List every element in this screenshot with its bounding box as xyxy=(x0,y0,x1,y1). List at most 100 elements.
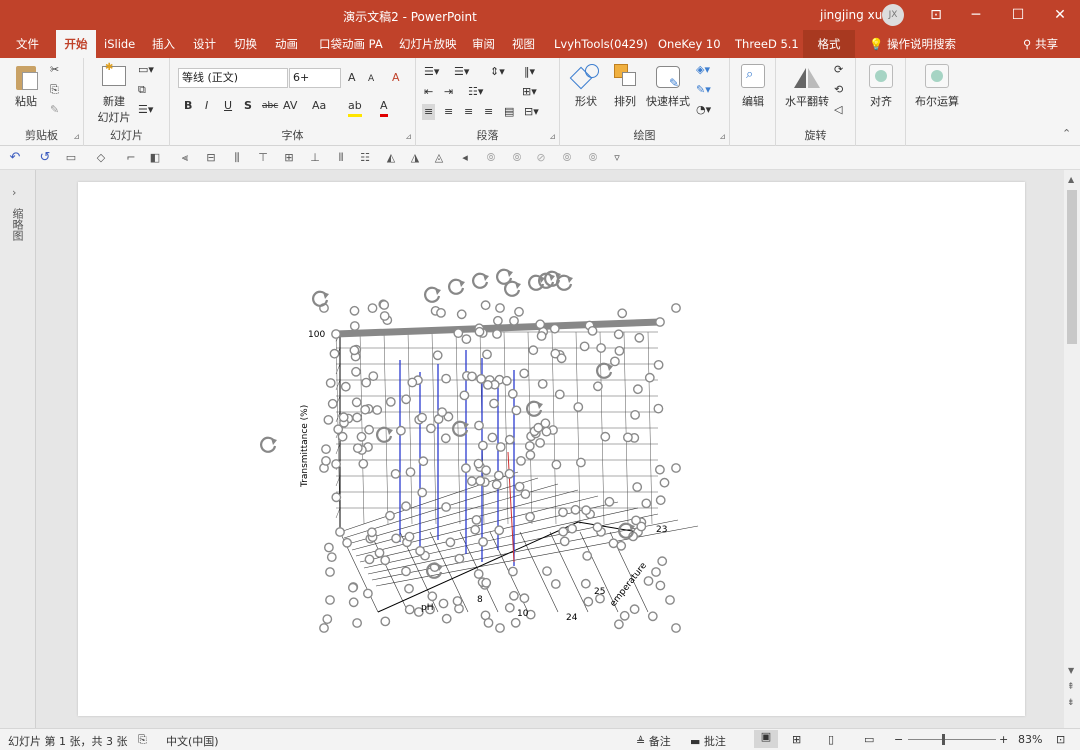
rotate-left-icon[interactable]: ◬ xyxy=(432,151,446,165)
tab-file[interactable]: 文件 xyxy=(13,30,42,58)
shrink-font-button[interactable]: A xyxy=(368,71,374,87)
resize-handle[interactable] xyxy=(441,502,451,512)
intersect-icon[interactable]: ⦾ xyxy=(560,151,574,165)
share-button[interactable]: ⚲ 共享 xyxy=(1020,30,1061,58)
change-case-button[interactable]: Aa xyxy=(312,98,326,114)
subtract-icon[interactable]: ⦾ xyxy=(586,151,600,165)
resize-handle[interactable] xyxy=(558,526,569,537)
user-name[interactable]: jingjing xu xyxy=(820,8,882,22)
resize-handle[interactable] xyxy=(573,402,584,412)
zoom-in-button[interactable]: + xyxy=(999,733,1008,746)
align-bottom-icon[interactable]: ⊥ xyxy=(308,151,322,165)
clear-format-button[interactable]: A xyxy=(392,70,400,86)
resize-handle[interactable] xyxy=(325,567,335,577)
slide-canvas[interactable]: 100 Transmittance (%) emperature 23 25 2… xyxy=(78,182,1025,716)
resize-handle[interactable] xyxy=(516,455,526,466)
layout-icon[interactable]: ▭▾ xyxy=(138,62,154,78)
rotate-right-icon[interactable]: ⟳ xyxy=(834,62,843,78)
resize-handle[interactable] xyxy=(580,578,591,589)
resize-handle[interactable] xyxy=(659,477,670,488)
resize-handle[interactable] xyxy=(362,588,373,599)
resize-handle[interactable] xyxy=(537,378,548,389)
expand-chevron-icon[interactable]: › xyxy=(12,186,16,199)
resize-handle[interactable] xyxy=(655,495,666,506)
resize-handle[interactable] xyxy=(520,489,531,499)
align-center-objects-icon[interactable]: ⊟ xyxy=(204,151,218,165)
resize-handle[interactable] xyxy=(415,545,425,556)
resize-handle[interactable] xyxy=(478,536,488,547)
shapes-button[interactable]: 形状 xyxy=(568,62,604,109)
rotation-handle-icon[interactable] xyxy=(376,426,393,443)
resize-handle[interactable] xyxy=(541,426,552,437)
resize-handle[interactable] xyxy=(596,343,606,353)
italic-button[interactable]: I xyxy=(205,98,208,114)
resize-handle[interactable] xyxy=(348,597,359,608)
resize-handle[interactable] xyxy=(461,334,472,345)
resize-handle[interactable] xyxy=(504,602,515,613)
align-right-icon[interactable]: ≡ xyxy=(464,104,473,120)
resize-handle[interactable] xyxy=(333,424,344,435)
columns-icon[interactable]: ‖▾ xyxy=(524,64,535,80)
cut-icon[interactable]: ✂ xyxy=(50,62,59,78)
resize-handle[interactable] xyxy=(494,525,505,536)
resize-handle[interactable] xyxy=(437,407,447,418)
resize-handle[interactable] xyxy=(655,317,665,327)
vertical-scrollbar[interactable]: ▲ ▼ ⇞ ⇟ xyxy=(1064,170,1080,728)
dialog-launcher-icon[interactable]: ⊿ xyxy=(719,132,726,141)
resize-handle[interactable] xyxy=(579,341,590,352)
zoom-slider-thumb[interactable] xyxy=(942,734,945,745)
resize-handle[interactable] xyxy=(440,433,451,444)
slideshow-icon[interactable]: ▭ xyxy=(864,733,874,746)
resize-handle[interactable] xyxy=(404,531,415,542)
distribute-icon[interactable]: ⫼ xyxy=(230,151,244,165)
resize-handle[interactable] xyxy=(536,331,547,341)
resize-handle[interactable] xyxy=(401,394,411,405)
tab-transitions[interactable]: 切换 xyxy=(231,30,260,58)
resize-handle[interactable] xyxy=(600,431,611,442)
resize-handle[interactable] xyxy=(325,595,335,605)
resize-handle[interactable] xyxy=(445,537,456,548)
resize-handle[interactable] xyxy=(417,412,427,423)
reading-view-icon[interactable]: ▯ xyxy=(828,733,834,746)
resize-handle[interactable] xyxy=(351,397,362,408)
resize-handle[interactable] xyxy=(604,496,615,507)
resize-handle[interactable] xyxy=(514,481,525,492)
align-left-objects-icon[interactable]: ⫷ xyxy=(178,151,192,165)
resize-handle[interactable] xyxy=(405,467,416,477)
resize-handle[interactable] xyxy=(493,470,504,481)
resize-handle[interactable] xyxy=(471,514,482,525)
resize-handle[interactable] xyxy=(489,398,499,409)
font-color-button[interactable]: A xyxy=(380,98,388,117)
resize-handle[interactable] xyxy=(509,315,519,326)
resize-handle[interactable] xyxy=(482,349,492,360)
resize-handle[interactable] xyxy=(501,375,512,386)
resize-handle[interactable] xyxy=(358,458,369,469)
resize-handle[interactable] xyxy=(551,459,562,470)
resize-handle[interactable] xyxy=(504,468,515,479)
resize-handle[interactable] xyxy=(655,580,666,591)
new-slide-button[interactable]: ✱ 新建 幻灯片 xyxy=(90,62,138,125)
resize-handle[interactable] xyxy=(390,468,401,479)
resize-handle[interactable] xyxy=(643,576,654,586)
resize-handle[interactable] xyxy=(634,332,645,343)
dialog-launcher-icon[interactable]: ⊿ xyxy=(405,132,412,141)
slide-sorter-icon[interactable]: ⊞ xyxy=(792,733,801,746)
resize-handle[interactable] xyxy=(629,604,640,615)
resize-handle[interactable] xyxy=(671,623,681,633)
spell-check-icon[interactable]: ⎘ xyxy=(138,733,147,747)
flip-vertical-icon[interactable]: ◂ xyxy=(458,151,472,165)
resize-handle[interactable] xyxy=(508,590,519,601)
section-icon[interactable]: ☰▾ xyxy=(138,102,153,118)
align-left-icon[interactable]: ≡ xyxy=(422,104,436,120)
flip-vertical-icon[interactable]: ◁ xyxy=(834,102,842,118)
tab-animations[interactable]: 动画 xyxy=(272,30,301,58)
resize-handle[interactable] xyxy=(665,595,675,605)
resize-handle[interactable] xyxy=(367,303,378,314)
resize-handle[interactable] xyxy=(432,350,443,361)
tab-islide[interactable]: iSlide xyxy=(101,30,138,58)
resize-handle[interactable] xyxy=(617,308,628,319)
rotation-handle-icon[interactable] xyxy=(596,362,613,379)
grouped-3d-chart[interactable]: 100 Transmittance (%) emperature 23 25 2… xyxy=(78,182,1025,716)
distribute-h-icon[interactable]: ⫴ xyxy=(334,151,348,165)
resize-handle[interactable] xyxy=(466,476,477,487)
